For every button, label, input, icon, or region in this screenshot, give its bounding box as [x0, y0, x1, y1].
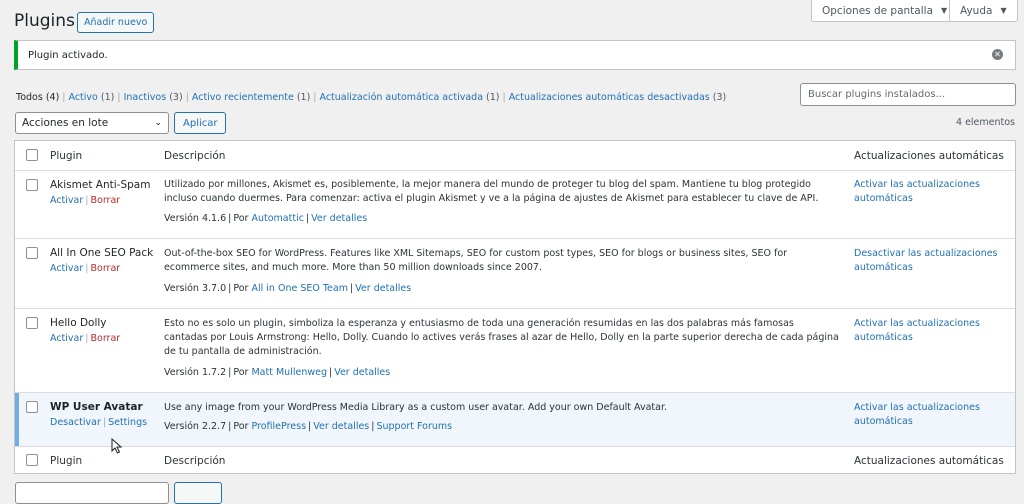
- plugin-meta: Versión 1.7.2 | Por Matt Mullenweg | Ver det…: [164, 367, 391, 378]
- items-count: 4 elementos: [956, 117, 1015, 128]
- filter-auto-update-disabled[interactable]: Actualizaciones automáticas desactivadas: [509, 92, 710, 103]
- add-new-button[interactable]: Añadir nuevo: [77, 12, 155, 33]
- deactivate-link[interactable]: Desactivar: [50, 417, 101, 428]
- plugin-description: Utilizado por millones, Akismet es, posi…: [164, 179, 819, 204]
- delete-link[interactable]: Borrar: [90, 195, 120, 206]
- filter-recently-active[interactable]: Activo recientemente: [192, 92, 294, 103]
- delete-link[interactable]: Borrar: [90, 333, 120, 344]
- table-row: Akismet Anti-Spam Activar | Borrar Utiliza…: [15, 171, 1015, 239]
- plugin-description: Use any image from your WordPress Media …: [164, 402, 667, 413]
- auto-update-link[interactable]: Activar las actualizaciones automáticas: [854, 178, 1004, 206]
- author-link[interactable]: All in One SEO Team: [251, 283, 347, 294]
- view-details-link[interactable]: Ver detalles: [311, 213, 367, 224]
- plugin-meta: Versión 4.1.6 | Por Automattic | Ver detalle…: [164, 213, 368, 224]
- view-details-link[interactable]: Ver detalles: [334, 367, 390, 378]
- auto-update-link[interactable]: Desactivar las actualizaciones automátic…: [854, 247, 1004, 275]
- author-link[interactable]: ProfilePress: [251, 421, 306, 432]
- column-description: Descripción: [164, 150, 226, 162]
- column-auto-updates: Actualizaciones automáticas: [854, 455, 1004, 467]
- table-footer: Plugin Descripción Actualizaciones autom…: [15, 447, 1015, 474]
- plugin-meta: Versión 2.2.7 | Por ProfilePress | Ver detal…: [164, 421, 453, 432]
- auto-update-link[interactable]: Activar las actualizaciones automáticas: [854, 401, 1004, 429]
- column-description: Descripción: [164, 455, 226, 467]
- plugin-filters: Todos (4) | Activo (1) | Inactivos (3) | Activ…: [16, 92, 727, 103]
- author-link[interactable]: Automattic: [251, 213, 303, 224]
- filter-auto-update-enabled[interactable]: Actualización automática activada: [320, 92, 484, 103]
- filter-active[interactable]: Activo: [69, 92, 98, 103]
- select-all-checkbox[interactable]: [26, 149, 38, 161]
- filter-all[interactable]: Todos (4): [16, 92, 59, 103]
- row-actions: Desactivar | Settings: [50, 417, 148, 428]
- column-plugin: Plugin: [50, 150, 83, 162]
- bulk-actions-select[interactable]: Acciones en lote ⌄: [15, 112, 169, 134]
- mouse-cursor-icon: [111, 438, 123, 454]
- plugin-name: WP User Avatar: [50, 401, 143, 413]
- row-actions: Activar | Borrar: [50, 263, 121, 274]
- row-checkbox[interactable]: [26, 179, 38, 191]
- triangle-down-icon: ▼: [941, 6, 948, 15]
- view-details-link[interactable]: Ver detalles: [355, 283, 411, 294]
- bulk-actions-select-bottom[interactable]: [15, 482, 169, 504]
- table-row-active: WP User Avatar Desactivar | Settings Use a…: [15, 393, 1015, 447]
- table-header: Plugin Descripción Actualizaciones autom…: [15, 141, 1015, 171]
- support-forums-link[interactable]: Support Forums: [376, 421, 452, 432]
- plugin-description: Esto no es solo un plugin, simboliza la …: [164, 318, 839, 357]
- row-actions: Activar | Borrar: [50, 195, 121, 206]
- row-checkbox[interactable]: [26, 317, 38, 329]
- apply-button[interactable]: Aplicar: [174, 112, 227, 134]
- row-checkbox[interactable]: [26, 247, 38, 259]
- help-button[interactable]: Ayuda ▼: [949, 0, 1018, 22]
- search-plugins-input[interactable]: [800, 83, 1016, 106]
- author-link[interactable]: Matt Mullenweg: [251, 367, 327, 378]
- filter-inactive[interactable]: Inactivos: [124, 92, 167, 103]
- row-actions: Activar | Borrar: [50, 333, 121, 344]
- activate-link[interactable]: Activar: [50, 195, 83, 206]
- view-details-link[interactable]: Ver detalles: [313, 421, 369, 432]
- plugin-description: Out-of-the-box SEO for WordPress. Featur…: [164, 248, 788, 273]
- select-all-checkbox[interactable]: [26, 454, 38, 466]
- plugin-name: All In One SEO Pack: [50, 247, 154, 259]
- row-checkbox[interactable]: [26, 401, 38, 413]
- settings-link[interactable]: Settings: [108, 417, 147, 428]
- plugin-name: Hello Dolly: [50, 317, 107, 329]
- triangle-down-icon: ▼: [1000, 6, 1007, 15]
- table-row: Hello Dolly Activar | Borrar Esto no es so…: [15, 309, 1015, 393]
- chevron-down-icon: ⌄: [154, 118, 162, 128]
- column-plugin: Plugin: [50, 455, 83, 467]
- delete-link[interactable]: Borrar: [90, 263, 120, 274]
- notice-text: Plugin activado.: [28, 49, 108, 61]
- page-title: Plugins: [14, 11, 75, 31]
- plugin-name: Akismet Anti-Spam: [50, 179, 151, 191]
- activate-link[interactable]: Activar: [50, 263, 83, 274]
- auto-update-link[interactable]: Activar las actualizaciones automáticas: [854, 317, 1004, 345]
- activate-link[interactable]: Activar: [50, 333, 83, 344]
- plugins-table: Plugin Descripción Actualizaciones autom…: [14, 140, 1016, 474]
- screen-options-button[interactable]: Opciones de pantalla ▼: [811, 0, 959, 22]
- table-row: All In One SEO Pack Activar | Borrar Out-o…: [15, 239, 1015, 309]
- success-notice: Plugin activado. ✕: [14, 40, 1016, 70]
- apply-button-bottom[interactable]: [174, 482, 222, 504]
- column-auto-updates: Actualizaciones automáticas: [854, 150, 1004, 162]
- dismiss-icon[interactable]: ✕: [992, 49, 1003, 60]
- plugin-meta: Versión 3.7.0 | Por All in One SEO Team | Ve…: [164, 283, 412, 294]
